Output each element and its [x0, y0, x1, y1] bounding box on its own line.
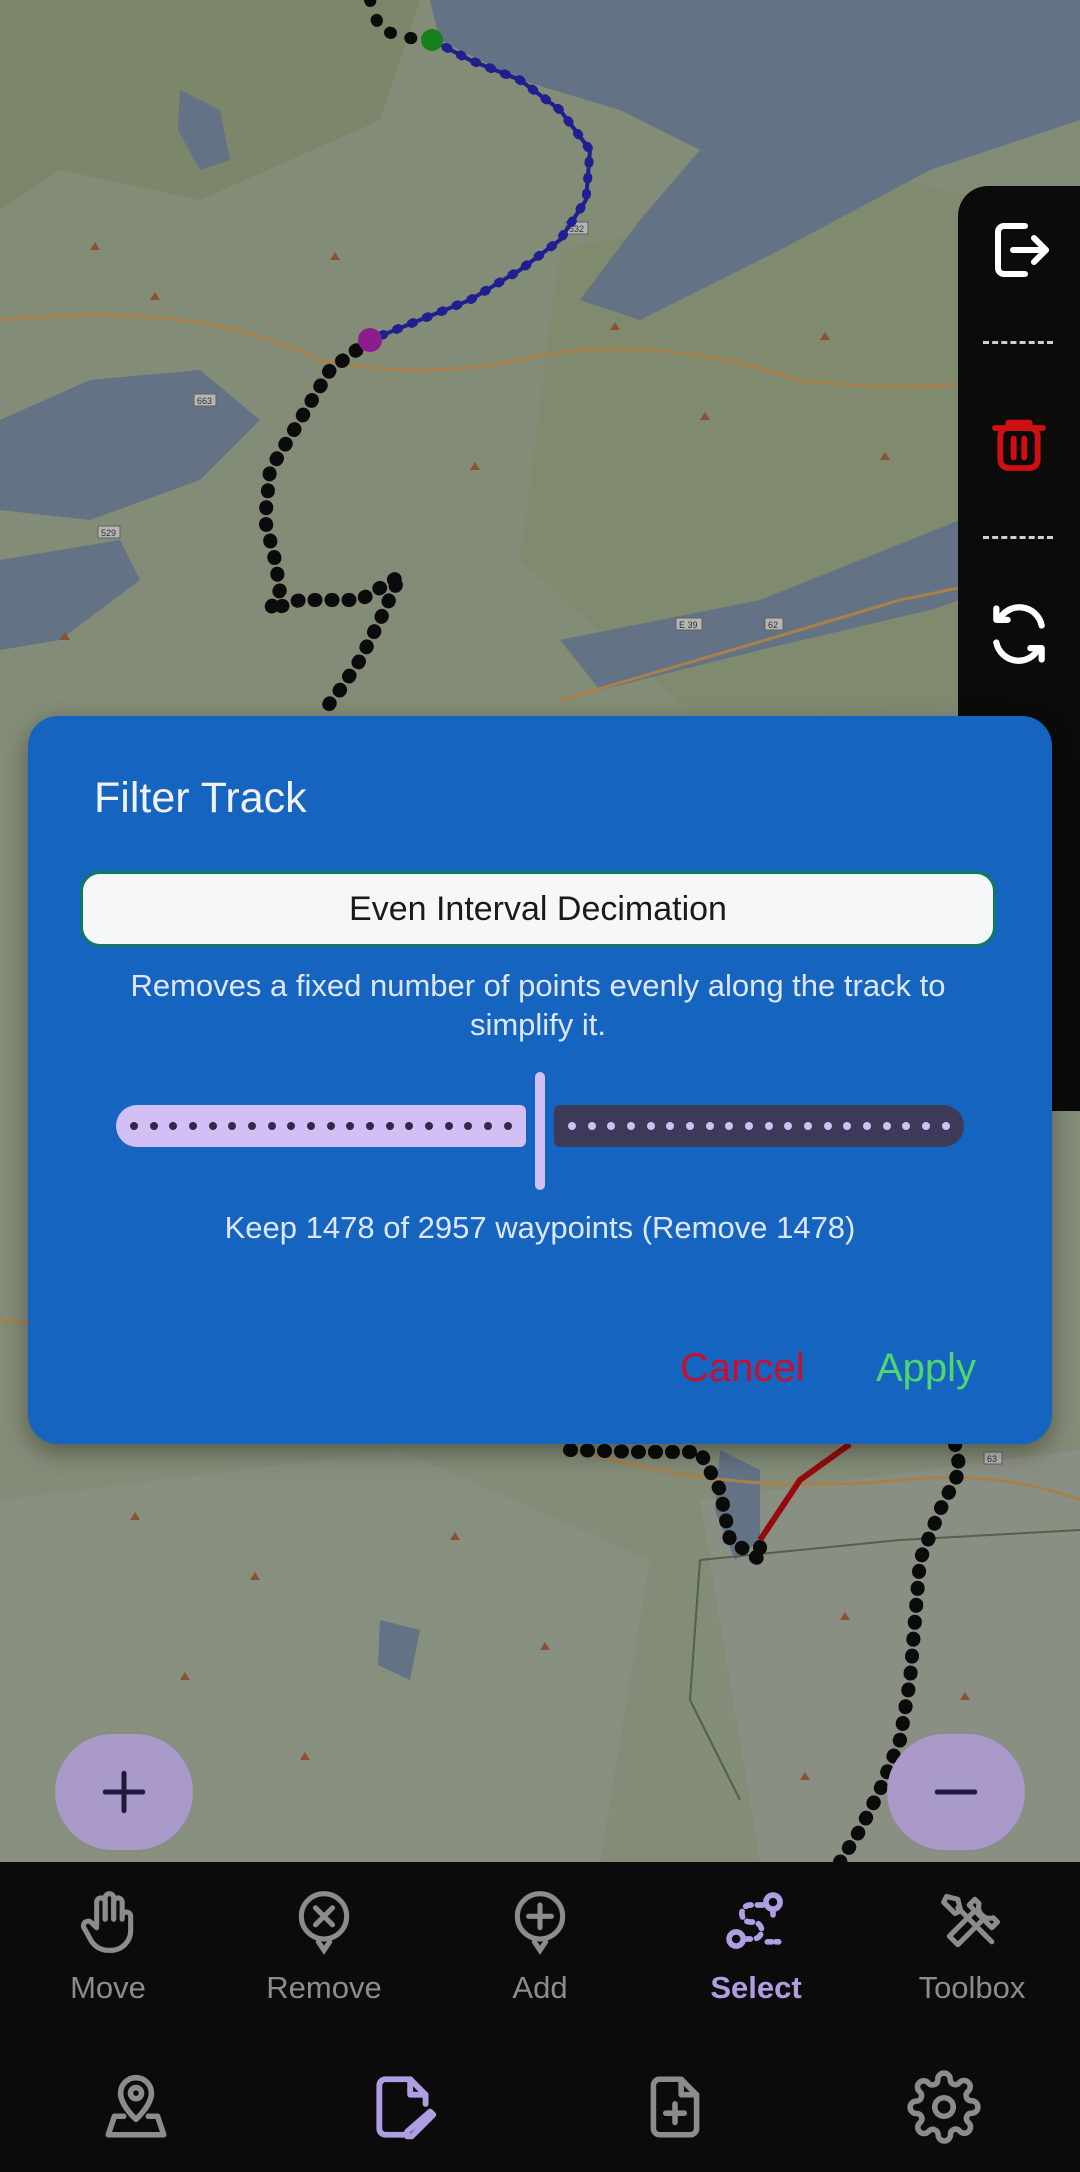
select-route-icon: [716, 1882, 796, 1962]
zoom-in-button[interactable]: [55, 1734, 193, 1850]
plus-icon: [102, 1770, 146, 1814]
mode-select[interactable]: Select: [648, 1882, 864, 2032]
mode-toolbox[interactable]: Toolbox: [864, 1882, 1080, 2032]
mode-label: Select: [710, 1970, 802, 2005]
slider-tick: [464, 1122, 473, 1130]
slider-tick: [823, 1122, 832, 1130]
filter-method-select[interactable]: Even Interval Decimation: [80, 871, 996, 947]
slider-tick: [130, 1122, 138, 1130]
minus-icon: [934, 1789, 978, 1795]
slider-tick: [425, 1122, 434, 1130]
slider-tick: [287, 1122, 296, 1130]
slider-thumb[interactable]: [535, 1072, 545, 1190]
slider-tick: [385, 1122, 394, 1130]
slider-tick: [784, 1122, 793, 1130]
filter-description: Removes a fixed number of points evenly …: [130, 968, 946, 1042]
slider-tick: [922, 1122, 931, 1130]
slider-tick: [764, 1122, 773, 1130]
slider-inactive-track: [554, 1105, 964, 1147]
divider: [983, 341, 1053, 344]
road-label: 63: [987, 1454, 997, 1464]
slider-tick: [863, 1122, 872, 1130]
remove-circle-icon: [284, 1882, 364, 1962]
hand-icon: [68, 1882, 148, 1962]
slider-tick: [503, 1122, 512, 1130]
edit-file-button[interactable]: [296, 2042, 512, 2172]
apply-button[interactable]: Apply: [876, 1346, 976, 1391]
mode-label: Move: [70, 1970, 146, 2005]
slider-tick: [366, 1122, 375, 1130]
slider-tick: [444, 1122, 453, 1130]
slider-tick: [941, 1122, 950, 1130]
slider-tick: [843, 1122, 852, 1130]
new-file-button[interactable]: [567, 2042, 783, 2172]
settings-gear-icon: [907, 2070, 981, 2144]
exit-icon[interactable]: [981, 212, 1057, 288]
road-label: 663: [197, 396, 212, 406]
slider-tick: [587, 1122, 596, 1130]
map-pin-button[interactable]: [28, 2042, 244, 2172]
settings-button[interactable]: [836, 2042, 1052, 2172]
slider-tick: [686, 1122, 695, 1130]
waypoint-count-text: Keep 1478 of 2957 waypoints (Remove 1478…: [224, 1210, 856, 1245]
slider-tick: [646, 1122, 655, 1130]
dialog-title: Filter Track: [94, 774, 307, 822]
mode-toolbar: Move Remove Add Select Toolbox: [0, 1862, 1080, 2042]
track-end-marker: [358, 328, 382, 352]
slider-tick: [725, 1122, 734, 1130]
slider-tick: [267, 1122, 276, 1130]
track-start-marker: [421, 29, 443, 51]
slider-tick: [804, 1122, 813, 1130]
slider-tick: [745, 1122, 754, 1130]
slider-tick: [705, 1122, 714, 1130]
divider: [983, 536, 1053, 539]
slider-active-track: [116, 1105, 526, 1147]
action-toolbar: [0, 2042, 1080, 2172]
slider-tick: [627, 1122, 636, 1130]
slider-tick: [208, 1122, 217, 1130]
slider-tick: [607, 1122, 616, 1130]
mode-label: Toolbox: [918, 1970, 1026, 2005]
road-label: 62: [768, 620, 778, 630]
road-label: 529: [101, 528, 116, 538]
new-file-icon: [650, 2076, 700, 2138]
slider-tick: [882, 1122, 891, 1130]
slider-tick: [666, 1122, 675, 1130]
slider-tick: [902, 1122, 911, 1130]
tools-icon: [932, 1882, 1012, 1962]
slider-tick: [346, 1122, 355, 1130]
sync-icon[interactable]: [981, 596, 1057, 672]
slider-tick: [169, 1122, 178, 1130]
add-circle-icon: [500, 1882, 580, 1962]
mode-label: Add: [512, 1970, 568, 2005]
slider-tick: [149, 1122, 158, 1130]
zoom-out-button[interactable]: [887, 1734, 1025, 1850]
mode-remove[interactable]: Remove: [216, 1882, 432, 2032]
slider-tick: [189, 1122, 198, 1130]
mode-add[interactable]: Add: [432, 1882, 648, 2032]
road-label: E 39: [679, 620, 698, 630]
waypoint-slider[interactable]: [116, 1072, 964, 1192]
edit-file-icon: [376, 2076, 437, 2140]
map-pin-icon: [105, 2075, 167, 2138]
mode-move[interactable]: Move: [0, 1882, 216, 2032]
filter-track-dialog: Filter Track Even Interval Decimation Re…: [28, 716, 1052, 1444]
slider-tick: [326, 1122, 335, 1130]
slider-tick: [228, 1122, 237, 1130]
slider-tick: [484, 1122, 493, 1130]
mode-label: Remove: [266, 1970, 382, 2005]
slider-tick: [307, 1122, 316, 1130]
slider-tick: [568, 1122, 576, 1130]
cancel-button[interactable]: Cancel: [680, 1346, 805, 1391]
slider-tick: [248, 1122, 257, 1130]
trash-icon[interactable]: [981, 406, 1057, 482]
slider-tick: [405, 1122, 414, 1130]
